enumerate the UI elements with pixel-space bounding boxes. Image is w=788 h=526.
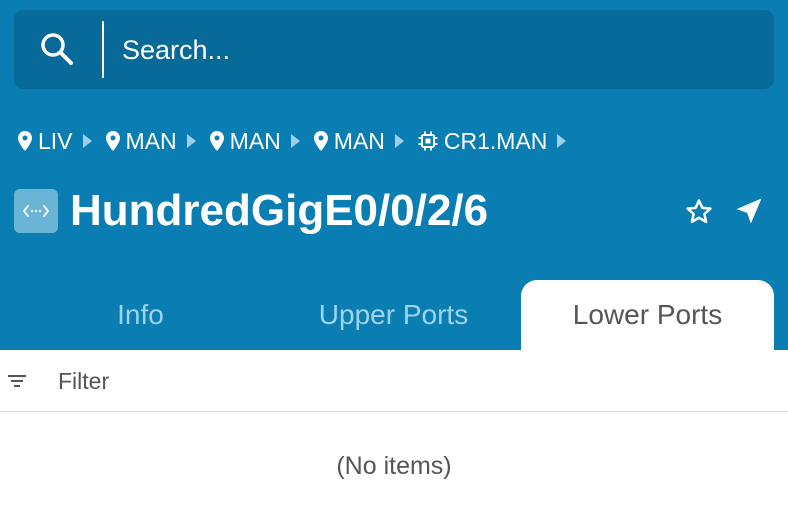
breadcrumb-chevron-icon xyxy=(557,134,567,148)
breadcrumb-item-man-3[interactable]: MAN xyxy=(313,127,385,155)
breadcrumb-label: MAN xyxy=(125,127,177,154)
filter-input[interactable] xyxy=(58,364,758,398)
breadcrumb-item-man-2[interactable]: MAN xyxy=(209,127,281,155)
empty-list-message: (No items) xyxy=(336,452,452,480)
search-divider xyxy=(102,21,104,78)
location-pin-icon xyxy=(209,131,224,151)
filter-row xyxy=(0,350,788,412)
filter-lines-icon xyxy=(8,375,26,387)
port-arrows-icon xyxy=(14,189,58,233)
breadcrumb-item-cr1-man[interactable]: CR1.MAN xyxy=(418,127,548,155)
star-outline-icon[interactable] xyxy=(684,197,714,227)
tab-upper-ports[interactable]: Upper Ports xyxy=(267,280,520,350)
breadcrumb: LIV MAN MAN MAN CR1.MAN xyxy=(18,124,580,158)
title-row: HundredGigE0/0/2/6 xyxy=(14,182,774,242)
location-pin-icon xyxy=(105,131,120,151)
tab-info[interactable]: Info xyxy=(14,280,267,350)
tab-bar: Info Upper Ports Lower Ports xyxy=(14,280,774,350)
page-title: HundredGigE0/0/2/6 xyxy=(70,186,489,235)
breadcrumb-label: MAN xyxy=(229,127,281,154)
breadcrumb-label: MAN xyxy=(333,127,385,154)
breadcrumb-chevron-icon xyxy=(290,134,300,148)
breadcrumb-chevron-icon xyxy=(394,134,404,148)
chip-icon xyxy=(418,131,438,151)
tab-lower-ports[interactable]: Lower Ports xyxy=(521,280,774,350)
location-pin-icon xyxy=(313,131,328,151)
breadcrumb-chevron-icon xyxy=(186,134,196,148)
breadcrumb-item-man-1[interactable]: MAN xyxy=(105,127,177,155)
search-input[interactable] xyxy=(122,30,742,70)
breadcrumb-item-liv[interactable]: LIV xyxy=(18,128,73,155)
breadcrumb-label: LIV xyxy=(38,127,73,154)
breadcrumb-label: CR1.MAN xyxy=(443,127,548,154)
navigation-arrow-icon[interactable] xyxy=(734,196,764,226)
breadcrumb-chevron-icon xyxy=(82,134,92,148)
location-pin-icon xyxy=(18,131,32,151)
search-icon[interactable] xyxy=(38,30,76,68)
app-header: LIV MAN MAN MAN xyxy=(0,0,788,350)
search-bar[interactable] xyxy=(14,10,774,89)
